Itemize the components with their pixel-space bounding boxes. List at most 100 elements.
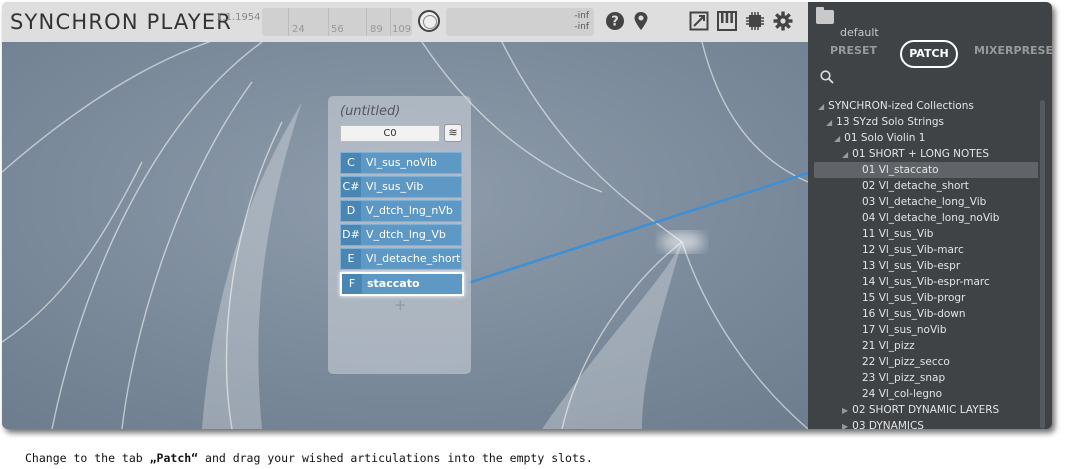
tree-item-articulation[interactable]: 16 Vl_sus_Vib-down <box>814 306 1038 322</box>
resize-icon[interactable] <box>688 11 710 33</box>
gear-icon[interactable] <box>772 11 794 33</box>
key-label: 109 <box>392 24 412 35</box>
tree-item-label: 02 Vl_detache_short <box>862 180 969 192</box>
tree-item-articulation[interactable]: 17 Vl_sus_noVib <box>814 322 1038 338</box>
tree-item-folder[interactable]: ▶ 02 SHORT DYNAMIC LAYERS <box>814 402 1038 418</box>
tree-item-label: SYNCHRON-ized Collections <box>828 100 974 112</box>
tree-item-articulation[interactable]: 01 Vl_staccato <box>814 162 1038 178</box>
tree-item-label: 01 SHORT + LONG NOTES <box>852 148 989 160</box>
app-logo: SYNCHRON PLAYER <box>10 10 233 34</box>
slot-articulation-name: V_dtch_lng_Vb <box>366 228 446 241</box>
tree-item-label: 02 SHORT DYNAMIC LAYERS <box>852 404 1000 416</box>
tree-item-label: 17 Vl_sus_noVib <box>862 324 947 336</box>
tree-item-articulation[interactable]: 15 Vl_sus_Vib-progr <box>814 290 1038 306</box>
articulation-slot[interactable]: C Vl_sus_noVib <box>340 152 462 174</box>
version-label: 1.1.1954 <box>216 12 261 23</box>
tree-item-label: 13 Vl_sus_Vib-espr <box>862 260 961 272</box>
preset-folder-name: default <box>840 26 879 39</box>
slot-articulation-name: Vl_detache_short <box>366 252 461 265</box>
patch-title[interactable]: (untitled) <box>340 104 400 119</box>
tree-item-label: 01 Solo Violin 1 <box>844 132 926 144</box>
collapse-arrow-icon[interactable]: ◢ <box>834 134 840 143</box>
browser-panel: default PRESET PATCH MIXERPRESET ◢ SYNCHR… <box>808 2 1052 429</box>
slot-note: D <box>341 201 361 221</box>
tree-item-label: 22 Vl_pizz_secco <box>862 356 950 368</box>
tree-item-articulation[interactable]: 22 Vl_pizz_secco <box>814 354 1038 370</box>
collapse-arrow-icon[interactable]: ◢ <box>818 102 824 111</box>
tree-item-articulation[interactable]: 14 Vl_sus_Vib-espr-marc <box>814 274 1038 290</box>
tree-item-label: 21 Vl_pizz <box>862 340 915 352</box>
tree-item-label: 03 Vl_detache_long_Vib <box>862 196 987 208</box>
location-icon[interactable] <box>630 11 652 33</box>
tab-preset[interactable]: PRESET <box>830 44 877 57</box>
top-toolbar: SYNCHRON PLAYER 1.1.1954 24 56 89 109 -i… <box>2 2 808 42</box>
tree-item-label: 15 Vl_sus_Vib-progr <box>862 292 966 304</box>
instruction-caption: Change to the tab „Patch“ and drag your … <box>25 451 593 465</box>
tree-item-folder[interactable]: ◢ 13 SYzd Solo Strings <box>814 114 1038 130</box>
articulation-slot[interactable]: E Vl_detache_short <box>340 248 462 270</box>
tree-item-articulation[interactable]: 11 Vl_sus_Vib <box>814 226 1038 242</box>
tree-item-folder[interactable]: ◢ 01 Solo Violin 1 <box>814 130 1038 146</box>
tree-item-articulation[interactable]: 04 Vl_detache_long_noVib <box>814 210 1038 226</box>
patch-slot-panel: (untitled) C0 ≋ C Vl_sus_noVib C# Vl_sus… <box>328 96 471 374</box>
slot-articulation-name: Vl_sus_noVib <box>366 156 438 169</box>
tree-item-articulation[interactable]: 02 Vl_detache_short <box>814 178 1038 194</box>
tree-item-articulation[interactable]: 13 Vl_sus_Vib-espr <box>814 258 1038 274</box>
slot-articulation-name: staccato <box>367 277 420 290</box>
slot-note: C <box>341 153 361 173</box>
tab-patch[interactable]: PATCH <box>900 40 958 68</box>
collapse-arrow-icon[interactable]: ◢ <box>842 150 848 159</box>
synchron-player-window: SYNCHRON PLAYER 1.1.1954 24 56 89 109 -i… <box>2 2 1052 429</box>
tree-item-folder[interactable]: ◢ 01 SHORT + LONG NOTES <box>814 146 1038 162</box>
tree-item-label: 11 Vl_sus_Vib <box>862 228 934 240</box>
add-slot-button[interactable]: + <box>394 296 407 314</box>
layers-icon[interactable]: ≋ <box>444 124 462 142</box>
help-icon[interactable]: ? <box>604 11 626 33</box>
caption-emphasis: „Patch“ <box>149 451 199 465</box>
articulation-slot[interactable]: D# V_dtch_lng_Vb <box>340 224 462 246</box>
expand-arrow-icon[interactable]: ▶ <box>842 406 848 415</box>
key-label: 89 <box>370 24 383 35</box>
slot-note: F <box>342 274 362 294</box>
slot-note: C# <box>341 177 361 197</box>
folder-icon[interactable] <box>816 7 834 24</box>
collapse-arrow-icon[interactable]: ◢ <box>826 118 832 127</box>
tree-item-label: 16 Vl_sus_Vib-down <box>862 308 966 320</box>
tree-item-folder[interactable]: ◢ SYNCHRON-ized Collections <box>814 98 1038 114</box>
piano-icon[interactable] <box>716 11 738 33</box>
tree-scrollbar[interactable] <box>1040 100 1045 429</box>
tree-item-label: 01 Vl_staccato <box>862 164 939 176</box>
tree-item-label: 14 Vl_sus_Vib-espr-marc <box>862 276 990 288</box>
meter-top-value: -inf <box>574 11 589 21</box>
tree-item-articulation[interactable]: 24 Vl_col-legno <box>814 386 1038 402</box>
articulation-slot-selected[interactable]: F staccato <box>340 272 464 296</box>
articulation-slot[interactable]: C# Vl_sus_Vib <box>340 176 462 198</box>
tree-item-label: 12 Vl_sus_Vib-marc <box>862 244 964 256</box>
tree-item-label: 03 DYNAMICS <box>852 420 924 429</box>
tree-item-articulation[interactable]: 12 Vl_sus_Vib-marc <box>814 242 1038 258</box>
slot-articulation-name: V_dtch_lng_nVb <box>366 204 453 217</box>
key-switch-field[interactable]: C0 <box>340 125 440 142</box>
svg-text:?: ? <box>611 15 619 30</box>
tree-item-label: 24 Vl_col-legno <box>862 388 943 400</box>
tree-item-label: 23 Vl_pizz_snap <box>862 372 946 384</box>
caption-text: Change to the tab <box>25 451 150 465</box>
tree-item-folder[interactable]: ▶ 03 DYNAMICS <box>814 418 1038 429</box>
level-meter: -inf -inf <box>446 8 594 36</box>
slot-note: E <box>341 249 361 269</box>
keyboard-range-display[interactable]: 24 56 89 109 <box>262 8 412 36</box>
tree-item-articulation[interactable]: 23 Vl_pizz_snap <box>814 370 1038 386</box>
caption-text: and drag your wished articulations into … <box>198 451 593 465</box>
meter-bottom-value: -inf <box>574 22 589 32</box>
articulation-slot[interactable]: D V_dtch_lng_nVb <box>340 200 462 222</box>
volume-knob[interactable] <box>418 10 440 32</box>
tree-item-articulation[interactable]: 21 Vl_pizz <box>814 338 1038 354</box>
tree-item-articulation[interactable]: 03 Vl_detache_long_Vib <box>814 194 1038 210</box>
slot-note: D# <box>341 225 361 245</box>
tab-mixerpreset[interactable]: MIXERPRESET <box>974 44 1052 57</box>
chip-icon[interactable] <box>744 11 766 33</box>
tree-item-label: 04 Vl_detache_long_noVib <box>862 212 1000 224</box>
search-icon[interactable] <box>820 70 834 88</box>
expand-arrow-icon[interactable]: ▶ <box>842 422 848 429</box>
slot-articulation-name: Vl_sus_Vib <box>366 180 424 193</box>
